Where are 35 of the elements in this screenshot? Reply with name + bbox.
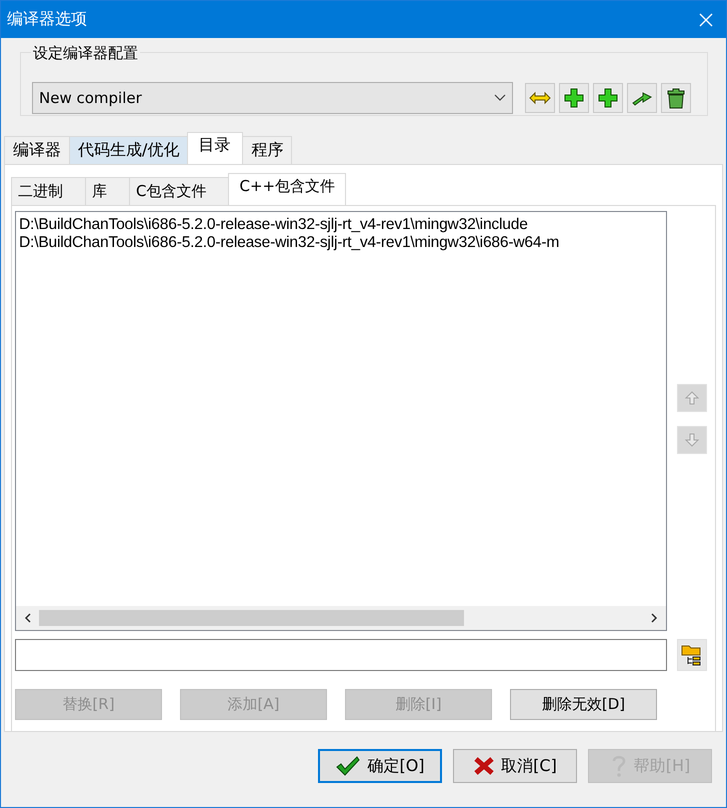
double-arrow-icon bbox=[529, 90, 552, 106]
action-button[interactable]: 删除无效[D] bbox=[510, 689, 657, 720]
trash-can-icon bbox=[667, 87, 686, 109]
cancel-button[interactable]: 取消[C] bbox=[453, 749, 577, 783]
down-arrow-icon bbox=[684, 432, 700, 448]
path-field[interactable] bbox=[15, 639, 667, 671]
plus-button[interactable] bbox=[593, 83, 624, 113]
tab[interactable]: 二进制 bbox=[11, 177, 86, 205]
horizontal-scrollbar[interactable] bbox=[16, 606, 666, 630]
plus-button[interactable] bbox=[559, 83, 590, 113]
cross-icon bbox=[473, 755, 496, 777]
check-icon bbox=[335, 755, 362, 777]
window-title: 编译器选项 bbox=[7, 9, 87, 30]
compiler-dropdown[interactable]: New compiler bbox=[32, 82, 514, 114]
trash-can-button[interactable] bbox=[661, 83, 691, 113]
tab[interactable]: 目录 bbox=[187, 132, 244, 164]
arrow-icon bbox=[631, 90, 654, 106]
list-item[interactable]: D:\BuildChanTools\i686-5.2.0-release-win32-sjlj-rt_v4-rev1\mingw32\i686-w64-m bbox=[19, 234, 663, 252]
browse-folder-button[interactable] bbox=[677, 639, 707, 671]
tab[interactable]: 编译器 bbox=[4, 136, 70, 164]
tab[interactable]: 程序 bbox=[242, 136, 292, 164]
tab[interactable]: 代码生成/优化 bbox=[69, 136, 188, 164]
tab[interactable]: C++包含文件 bbox=[228, 173, 346, 205]
tab[interactable]: C包含文件 bbox=[129, 177, 230, 205]
caret-icon bbox=[494, 94, 506, 102]
group-label: 设定编译器配置 bbox=[31, 44, 140, 63]
arrow-button[interactable] bbox=[627, 83, 658, 113]
tab[interactable]: 库 bbox=[85, 177, 130, 205]
close-icon[interactable] bbox=[698, 12, 714, 28]
plus-icon bbox=[598, 88, 618, 108]
ok-button[interactable]: 确定[O] bbox=[318, 749, 442, 783]
up-arrow-icon bbox=[684, 390, 700, 406]
list-item[interactable]: D:\BuildChanTools\i686-5.2.0-release-win32-sjlj-rt_v4-rev1\mingw32\include bbox=[19, 216, 663, 234]
plus-icon bbox=[564, 88, 584, 108]
scroll-thumb[interactable] bbox=[39, 610, 464, 626]
